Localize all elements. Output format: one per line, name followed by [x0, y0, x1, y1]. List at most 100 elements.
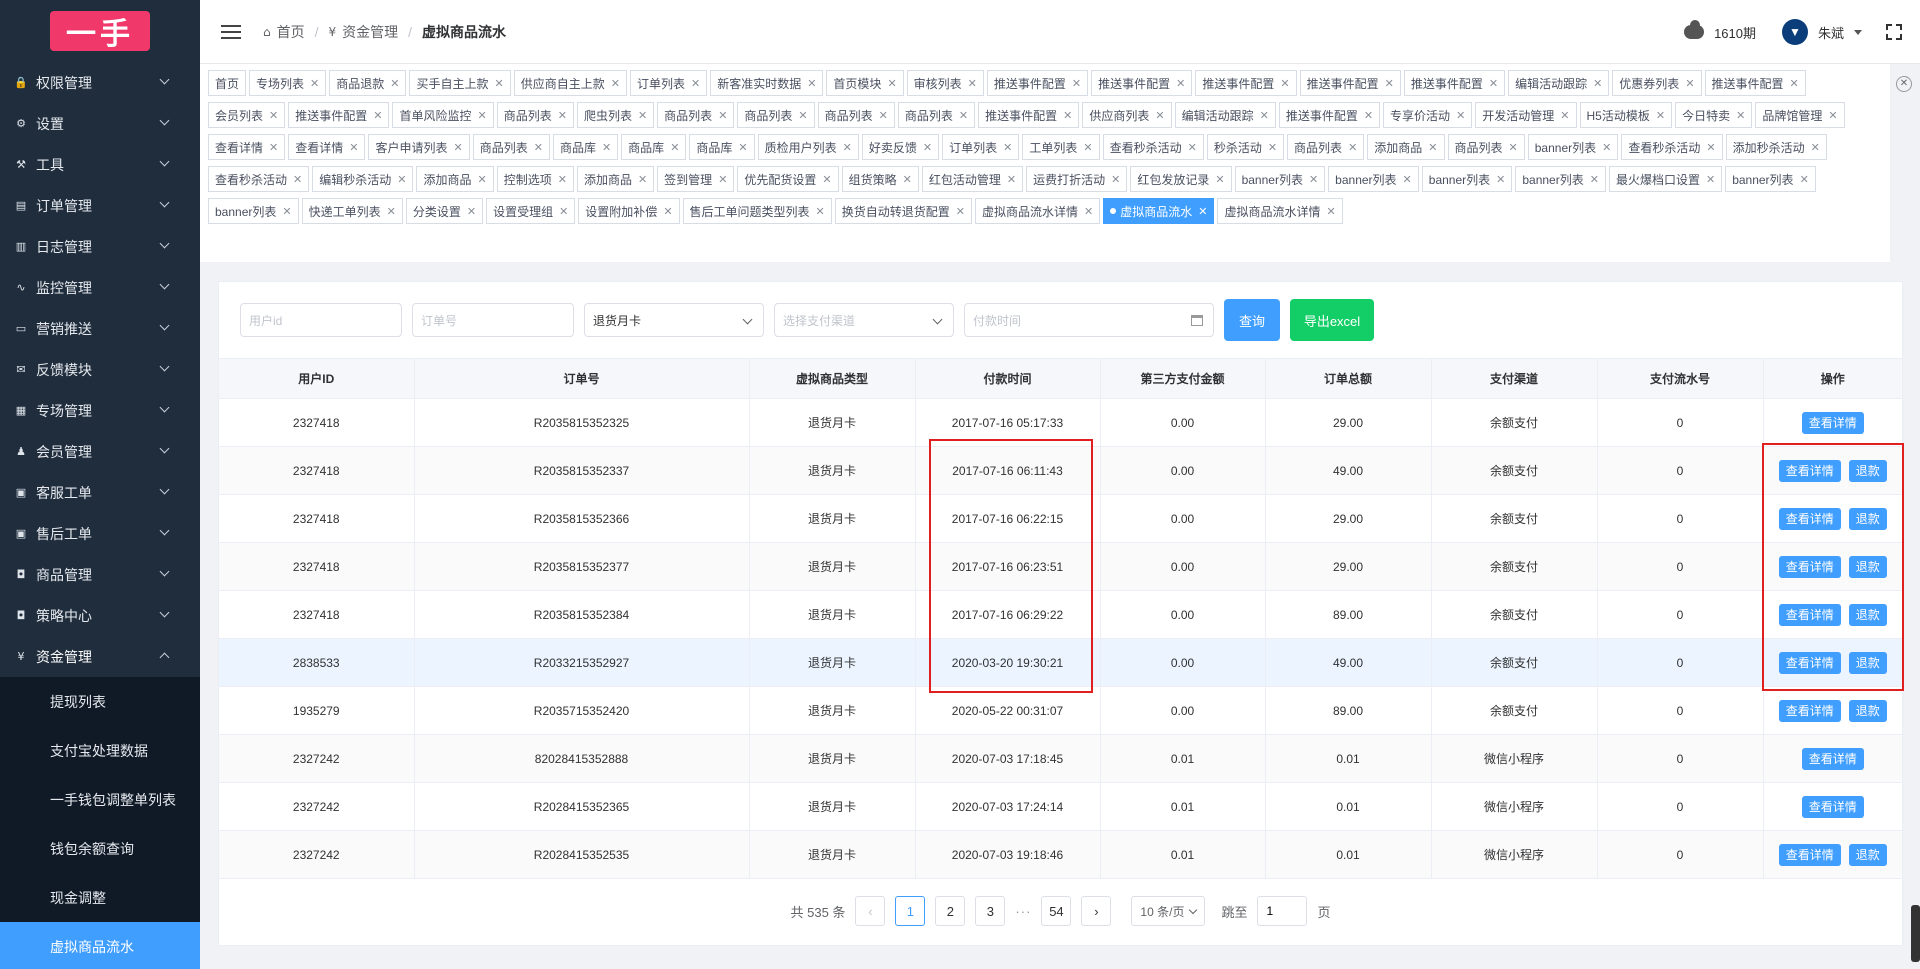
close-icon[interactable]: ✕: [1155, 109, 1164, 122]
export-excel-button[interactable]: 导出excel: [1290, 299, 1374, 341]
tab-tag[interactable]: 商品列表 ✕: [1447, 134, 1525, 160]
logo[interactable]: 一手: [50, 11, 150, 52]
next-page-button[interactable]: ›: [1081, 896, 1112, 926]
close-icon[interactable]: ✕: [1685, 77, 1694, 90]
close-icon[interactable]: ✕: [1007, 173, 1016, 186]
close-icon[interactable]: ✕: [822, 173, 831, 186]
tab-tag[interactable]: banner列表 ✕: [1328, 166, 1419, 192]
close-icon[interactable]: ✕: [495, 77, 504, 90]
sidebar-item[interactable]: ▭ 营销推送: [0, 308, 200, 349]
sidebar-item[interactable]: ∿ 监控管理: [0, 267, 200, 308]
table-row[interactable]: 2327242 82028415352888 退货月卡 2020-07-03 17:1…: [219, 734, 1902, 783]
view-detail-button[interactable]: 查看详情: [1801, 795, 1864, 818]
tab-tag[interactable]: 首单风险监控 ✕: [392, 102, 494, 128]
tab-tag[interactable]: 买手自主上款 ✕: [409, 70, 511, 96]
tab-tag[interactable]: 首页模块 ✕: [826, 70, 904, 96]
tab-tag[interactable]: 红包发放记录 ✕: [1130, 166, 1232, 192]
tab-tag[interactable]: 商品列表 ✕: [496, 102, 574, 128]
close-icon[interactable]: ✕: [611, 77, 620, 90]
close-icon[interactable]: ✕: [373, 109, 382, 122]
tab-tag[interactable]: 质检用户列表 ✕: [757, 134, 859, 160]
tab-tag[interactable]: 售后工单问题类型列表 ✕: [682, 198, 832, 224]
table-row[interactable]: 2327418 R2035815352325 退货月卡 2017-07-16 05:1…: [219, 398, 1902, 447]
close-icon[interactable]: ✕: [968, 77, 977, 90]
pay-time-picker[interactable]: 付款时间: [964, 303, 1214, 337]
close-icon[interactable]: ✕: [816, 205, 825, 218]
close-icon[interactable]: ✕: [269, 141, 278, 154]
tab-tag[interactable]: 商品退款 ✕: [329, 70, 407, 96]
close-icon[interactable]: ✕: [670, 141, 679, 154]
caret-down-icon[interactable]: [1854, 29, 1862, 35]
refund-button[interactable]: 退款: [1848, 699, 1887, 722]
close-icon[interactable]: ✕: [453, 141, 462, 154]
tab-tag[interactable]: 推送事件配置 ✕: [288, 102, 390, 128]
prev-page-button[interactable]: ‹: [855, 896, 886, 926]
tab-tag[interactable]: 推送事件配置 ✕: [1704, 70, 1806, 96]
sidebar-item[interactable]: ▤ 订单管理: [0, 185, 200, 226]
close-icon[interactable]: ✕: [1260, 109, 1269, 122]
view-detail-button[interactable]: 查看详情: [1778, 459, 1841, 482]
close-icon[interactable]: ✕: [310, 77, 319, 90]
sidebar-subitem[interactable]: 钱包余额查询: [0, 824, 200, 873]
sidebar-subitem[interactable]: 一手钱包调整单列表: [0, 775, 200, 824]
tab-tag[interactable]: 商品库 ✕: [552, 134, 619, 160]
hamburger-icon[interactable]: [221, 24, 241, 39]
tab-tag[interactable]: 商品列表 ✕: [897, 102, 976, 128]
close-icon[interactable]: ✕: [1309, 173, 1318, 186]
tab-tag[interactable]: banner列表 ✕: [1421, 166, 1513, 192]
close-icon[interactable]: ✕: [887, 77, 896, 90]
close-icon[interactable]: ✕: [1828, 109, 1837, 122]
table-row[interactable]: 1935279 R2035715352420 退货月卡 2020-05-22 00:3…: [219, 686, 1902, 735]
sidebar-item[interactable]: ◘ 商品管理: [0, 554, 200, 595]
close-icon[interactable]: ✕: [558, 173, 567, 186]
tab-tag[interactable]: 查看详情 ✕: [208, 134, 286, 160]
close-icon[interactable]: ✕: [602, 141, 611, 154]
tab-tag[interactable]: banner列表 ✕: [1234, 166, 1326, 192]
tab-tag[interactable]: 虚拟商品流水详情 ✕: [975, 198, 1101, 224]
close-icon[interactable]: ✕: [387, 205, 396, 218]
tab-tag[interactable]: 客户申请列表 ✕: [368, 134, 470, 160]
close-icon[interactable]: ✕: [798, 109, 807, 122]
close-icon[interactable]: ✕: [1590, 173, 1599, 186]
tab-tag[interactable]: 推送事件配置 ✕: [978, 102, 1080, 128]
sidebar-item[interactable]: ✉ 反馈模块: [0, 349, 200, 390]
close-icon[interactable]: ✕: [534, 141, 543, 154]
close-all-tags-icon[interactable]: ✕: [1896, 76, 1912, 92]
close-icon[interactable]: ✕: [1602, 141, 1611, 154]
tab-tag[interactable]: 订单列表 ✕: [629, 70, 708, 96]
close-icon[interactable]: ✕: [1656, 109, 1665, 122]
tab-tag[interactable]: 添加商品 ✕: [576, 166, 655, 192]
tab-tag[interactable]: banner列表 ✕: [1527, 134, 1619, 160]
tab-tag[interactable]: 会员列表 ✕: [208, 102, 286, 128]
refund-button[interactable]: 退款: [1848, 843, 1887, 866]
tab-tag[interactable]: 工单列表 ✕: [1022, 134, 1100, 160]
close-icon[interactable]: ✕: [1083, 141, 1092, 154]
close-icon[interactable]: ✕: [1348, 141, 1357, 154]
tab-tag[interactable]: 添加商品 ✕: [1367, 134, 1445, 160]
close-icon[interactable]: ✕: [559, 205, 568, 218]
tab-tag[interactable]: 组货策略 ✕: [841, 166, 919, 192]
close-icon[interactable]: ✕: [467, 205, 476, 218]
view-detail-button[interactable]: 查看详情: [1801, 411, 1864, 434]
close-icon[interactable]: ✕: [738, 141, 747, 154]
sidebar-item[interactable]: ⚙ 设置: [0, 103, 200, 144]
tab-tag[interactable]: 推送事件配置 ✕: [1195, 70, 1297, 96]
close-icon[interactable]: ✕: [1072, 77, 1081, 90]
sidebar-subitem[interactable]: 现金调整: [0, 873, 200, 922]
table-row[interactable]: 2327418 R2035815352337 退货月卡 2017-07-16 06:1…: [219, 446, 1902, 495]
close-icon[interactable]: ✕: [477, 173, 486, 186]
more-pages-ellipsis[interactable]: ···: [1015, 904, 1031, 919]
close-icon[interactable]: ✕: [1280, 77, 1289, 90]
close-icon[interactable]: ✕: [1706, 141, 1715, 154]
close-icon[interactable]: ✕: [477, 109, 486, 122]
close-icon[interactable]: ✕: [1176, 77, 1185, 90]
refund-button[interactable]: 退款: [1848, 651, 1887, 674]
close-icon[interactable]: ✕: [1215, 173, 1224, 186]
goods-type-select[interactable]: 退货月卡: [584, 303, 764, 337]
sidebar-item[interactable]: 🔒 权限管理: [0, 62, 200, 103]
tab-tag[interactable]: 专场列表 ✕: [249, 70, 327, 96]
tab-tag[interactable]: 开发活动管理 ✕: [1475, 102, 1577, 128]
tab-tag[interactable]: 快递工单列表 ✕: [301, 198, 403, 224]
close-icon[interactable]: ✕: [1428, 141, 1437, 154]
jump-input[interactable]: [1257, 896, 1308, 926]
